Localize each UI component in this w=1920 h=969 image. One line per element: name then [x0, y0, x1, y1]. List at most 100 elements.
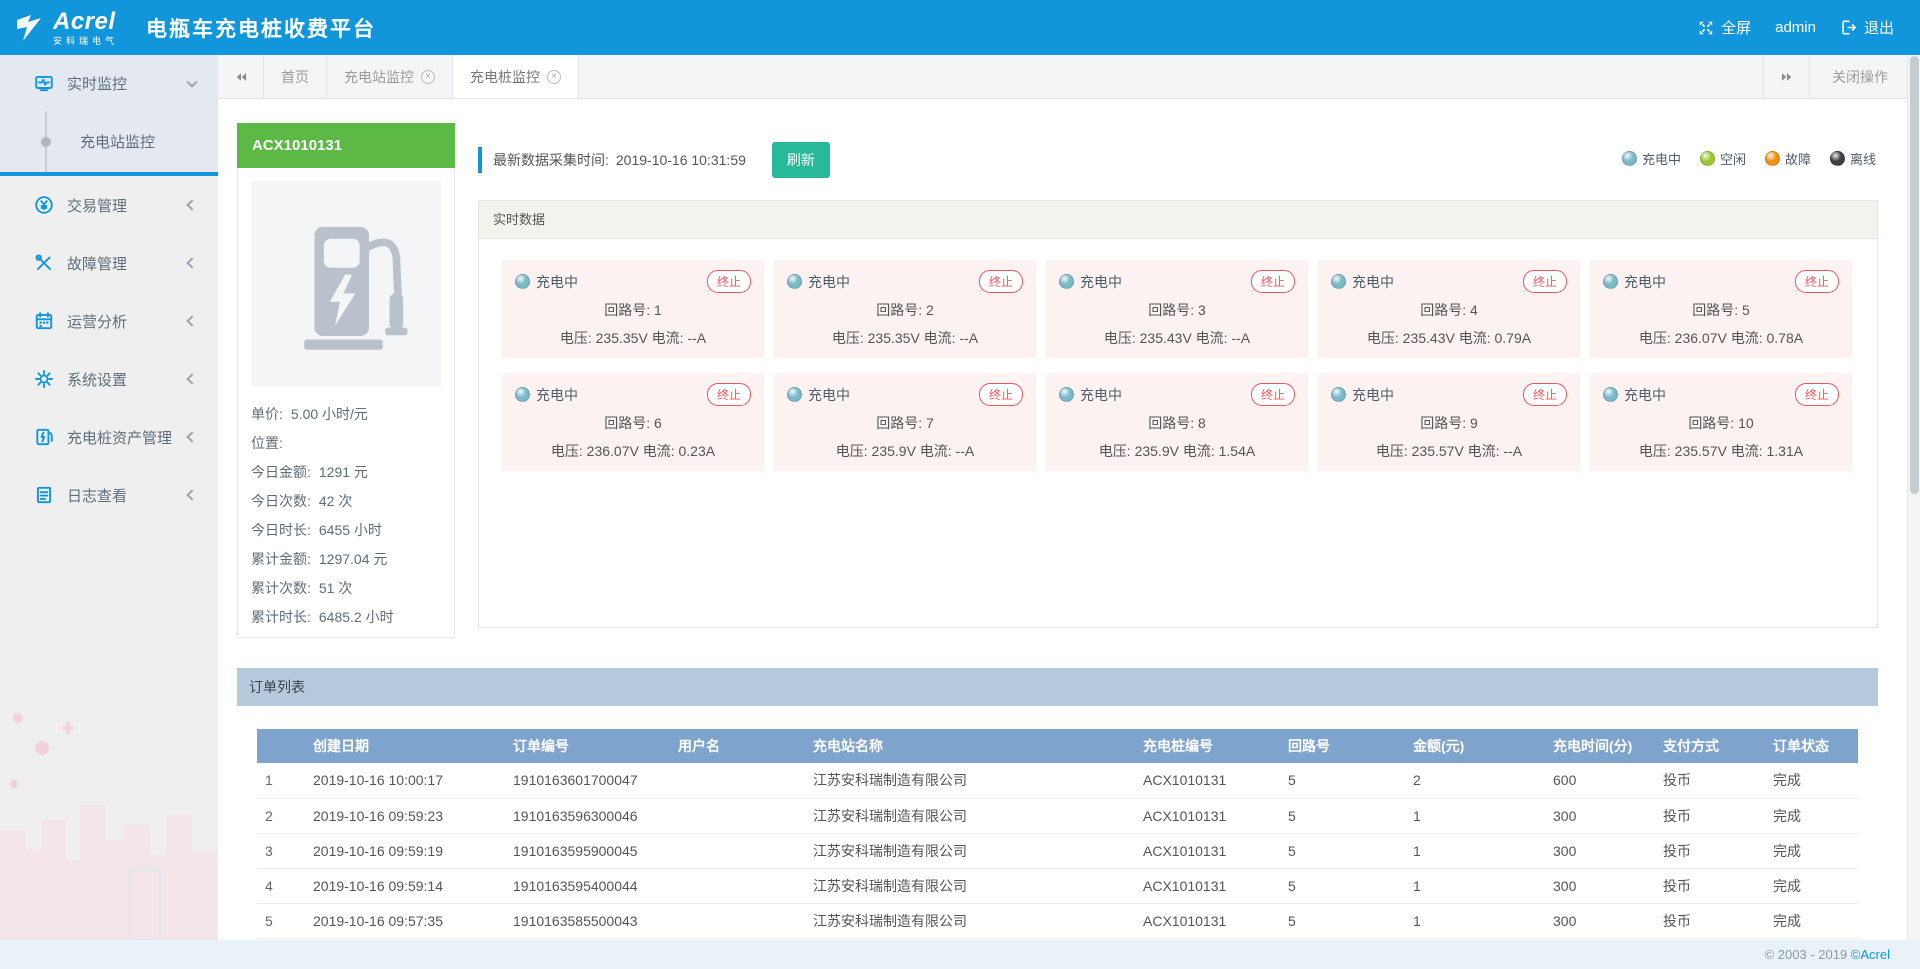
page-title: 电瓶车充电桩收费平台: [146, 13, 376, 43]
terminate-button[interactable]: 终止: [1251, 270, 1295, 293]
fullscreen-label: 全屏: [1721, 17, 1751, 38]
legend-item: 充电中: [1622, 149, 1681, 168]
copyright-text: © 2003 - 2019: [1765, 947, 1851, 962]
device-stat: 今日时长:6455 小时: [251, 516, 441, 545]
terminate-button[interactable]: 终止: [979, 270, 1023, 293]
circuit-card: 充电中终止回路号: 4电压: 235.43V 电流: 0.79A: [1318, 260, 1580, 358]
voltage-current: 电压: 235.35V 电流: --A: [787, 328, 1023, 348]
sidebar-item-operation-analysis[interactable]: 运营分析: [0, 292, 218, 350]
order-row[interactable]: 22019-10-16 09:59:231910163596300046江苏安科…: [257, 798, 1858, 833]
tab-label: 首页: [281, 67, 309, 87]
tabs-scroll-left-button[interactable]: [218, 55, 264, 98]
terminate-button[interactable]: 终止: [1251, 383, 1295, 406]
footer: © 2003 - 2019 ©Acrel: [0, 940, 1920, 969]
chevron-left-icon: [186, 257, 197, 268]
terminate-button[interactable]: 终止: [707, 383, 751, 406]
app-window: Acrel 安科瑞电气 电瓶车充电桩收费平台 全屏 admin: [0, 0, 1920, 969]
terminate-button[interactable]: 终止: [1795, 383, 1839, 406]
card-status-label: 充电中: [808, 272, 850, 292]
username: admin: [1775, 19, 1816, 36]
status-sphere-icon: [1765, 151, 1780, 166]
charging-status-sphere-icon: [1059, 387, 1074, 402]
terminate-button[interactable]: 终止: [1523, 383, 1567, 406]
circuit-card: 充电中终止回路号: 1电压: 235.35V 电流: --A: [502, 260, 764, 358]
orders-table-header: 创建日期订单编号用户名充电站名称充电桩编号回路号金额(元)充电时间(分)支付方式…: [257, 729, 1858, 763]
tab-close-icon[interactable]: ×: [547, 70, 561, 84]
sidebar-item-system-settings[interactable]: 系统设置: [0, 350, 218, 408]
order-row[interactable]: 32019-10-16 09:59:191910163595900045江苏安科…: [257, 833, 1858, 868]
order-row[interactable]: 52019-10-16 09:57:351910163585500043江苏安科…: [257, 903, 1858, 938]
tab-pile-monitor[interactable]: 充电桩监控 ×: [453, 55, 579, 98]
voltage-current: 电压: 236.07V 电流: 0.23A: [515, 441, 751, 461]
device-stat: 累计时长:6485.2 小时: [251, 603, 441, 632]
circuit-number: 回路号: 5: [1603, 300, 1839, 320]
tab-home[interactable]: 首页: [264, 55, 327, 98]
vertical-scrollbar[interactable]: [1907, 55, 1920, 940]
realtime-data-panel: 实时数据 充电中终止回路号: 1电压: 235.35V 电流: --A充电中终止…: [478, 200, 1878, 628]
voltage-current: 电压: 235.43V 电流: 0.79A: [1331, 328, 1567, 348]
sidebar-item-log-view[interactable]: 日志查看: [0, 466, 218, 524]
tab-label: 充电站监控: [344, 67, 414, 87]
status-sphere-icon: [1830, 151, 1845, 166]
chevron-left-icon: [186, 199, 197, 210]
orders-column-header: 金额(元): [1405, 729, 1545, 763]
order-list-section: 订单列表 创建日期订单编号用户名充电站名称充电桩编号回路号金额(元)充电时间(分…: [237, 668, 1878, 939]
circuit-cards: 充电中终止回路号: 1电压: 235.35V 电流: --A充电中终止回路号: …: [479, 239, 1877, 492]
circuit-number: 回路号: 7: [787, 413, 1023, 433]
circuit-card: 充电中终止回路号: 8电压: 235.9V 电流: 1.54A: [1046, 373, 1308, 471]
sidebar-item-pile-asset-management[interactable]: 充电桩资产管理: [0, 408, 218, 466]
circuit-card: 充电中终止回路号: 6电压: 236.07V 电流: 0.23A: [502, 373, 764, 471]
logout-icon: [1840, 19, 1857, 36]
chevron-left-icon: [186, 431, 197, 442]
refresh-button[interactable]: 刷新: [772, 142, 830, 178]
card-status-label: 充电中: [808, 385, 850, 405]
circuit-card: 充电中终止回路号: 5电压: 236.07V 电流: 0.78A: [1590, 260, 1852, 358]
asset-icon: [34, 427, 54, 447]
legend-item: 空闲: [1700, 149, 1746, 168]
sidebar-item-fault-management[interactable]: 故障管理: [0, 234, 218, 292]
order-row[interactable]: 12019-10-16 10:00:171910163601700047江苏安科…: [257, 763, 1858, 798]
legend-item: 故障: [1765, 149, 1811, 168]
timeline-decoration: [45, 111, 47, 172]
footer-brand-link[interactable]: ©Acrel: [1851, 947, 1890, 962]
fault-icon: [34, 253, 54, 273]
device-stat: 位置:: [251, 429, 441, 458]
logout-button[interactable]: 退出: [1840, 17, 1894, 38]
circuit-number: 回路号: 3: [1059, 300, 1295, 320]
device-panel: ACX1010131 单价:5.00 小时/元位置:今日金额:1291 元今日次…: [237, 123, 455, 638]
circuit-card: 充电中终止回路号: 10电压: 235.57V 电流: 1.31A: [1590, 373, 1852, 471]
chevron-left-icon: [186, 489, 197, 500]
circuit-number: 回路号: 1: [515, 300, 751, 320]
close-operations-button[interactable]: 关闭操作: [1809, 55, 1910, 98]
tab-close-icon[interactable]: ×: [421, 70, 435, 84]
circuit-number: 回路号: 9: [1331, 413, 1567, 433]
logo-subtext: 安科瑞电气: [53, 37, 118, 46]
sidebar-item-realtime-monitor[interactable]: 实时监控: [0, 55, 218, 111]
circuit-number: 回路号: 2: [787, 300, 1023, 320]
sidebar-item-transaction-management[interactable]: 交易管理: [0, 176, 218, 234]
tab-label: 充电桩监控: [470, 67, 540, 87]
user-menu[interactable]: admin: [1775, 19, 1816, 36]
charging-status-sphere-icon: [1331, 387, 1346, 402]
tab-bar: 首页 充电站监控 × 充电桩监控 × 关闭操作: [218, 55, 1920, 99]
acrel-logo-icon: [14, 11, 46, 45]
scrollbar-thumb[interactable]: [1910, 56, 1919, 494]
sidebar-subitem-station-monitor[interactable]: 充电站监控: [0, 111, 218, 172]
terminate-button[interactable]: 终止: [1523, 270, 1567, 293]
device-id-header: ACX1010131: [237, 123, 455, 168]
orders-column-header: 充电站名称: [805, 729, 1135, 763]
order-row[interactable]: 42019-10-16 09:59:141910163595400044江苏安科…: [257, 868, 1858, 903]
tabs-scroll-right-button[interactable]: [1763, 55, 1809, 98]
circuit-number: 回路号: 8: [1059, 413, 1295, 433]
circuit-number: 回路号: 10: [1603, 413, 1839, 433]
tab-station-monitor[interactable]: 充电站监控 ×: [327, 55, 453, 98]
terminate-button[interactable]: 终止: [979, 383, 1023, 406]
circuit-card: 充电中 终止回路号: 2 电压: 235.35V 电流: --A: [774, 260, 1036, 358]
terminate-button[interactable]: 终止: [1795, 270, 1839, 293]
double-right-arrow-icon: [1779, 70, 1795, 84]
main-content: ACX1010131 单价:5.00 小时/元位置:今日金额:1291 元今日次…: [218, 99, 1920, 940]
orders-column-header: 用户名: [670, 729, 805, 763]
terminate-button[interactable]: 终止: [707, 270, 751, 293]
fullscreen-button[interactable]: 全屏: [1698, 17, 1751, 38]
orders-column-header: [257, 729, 305, 763]
